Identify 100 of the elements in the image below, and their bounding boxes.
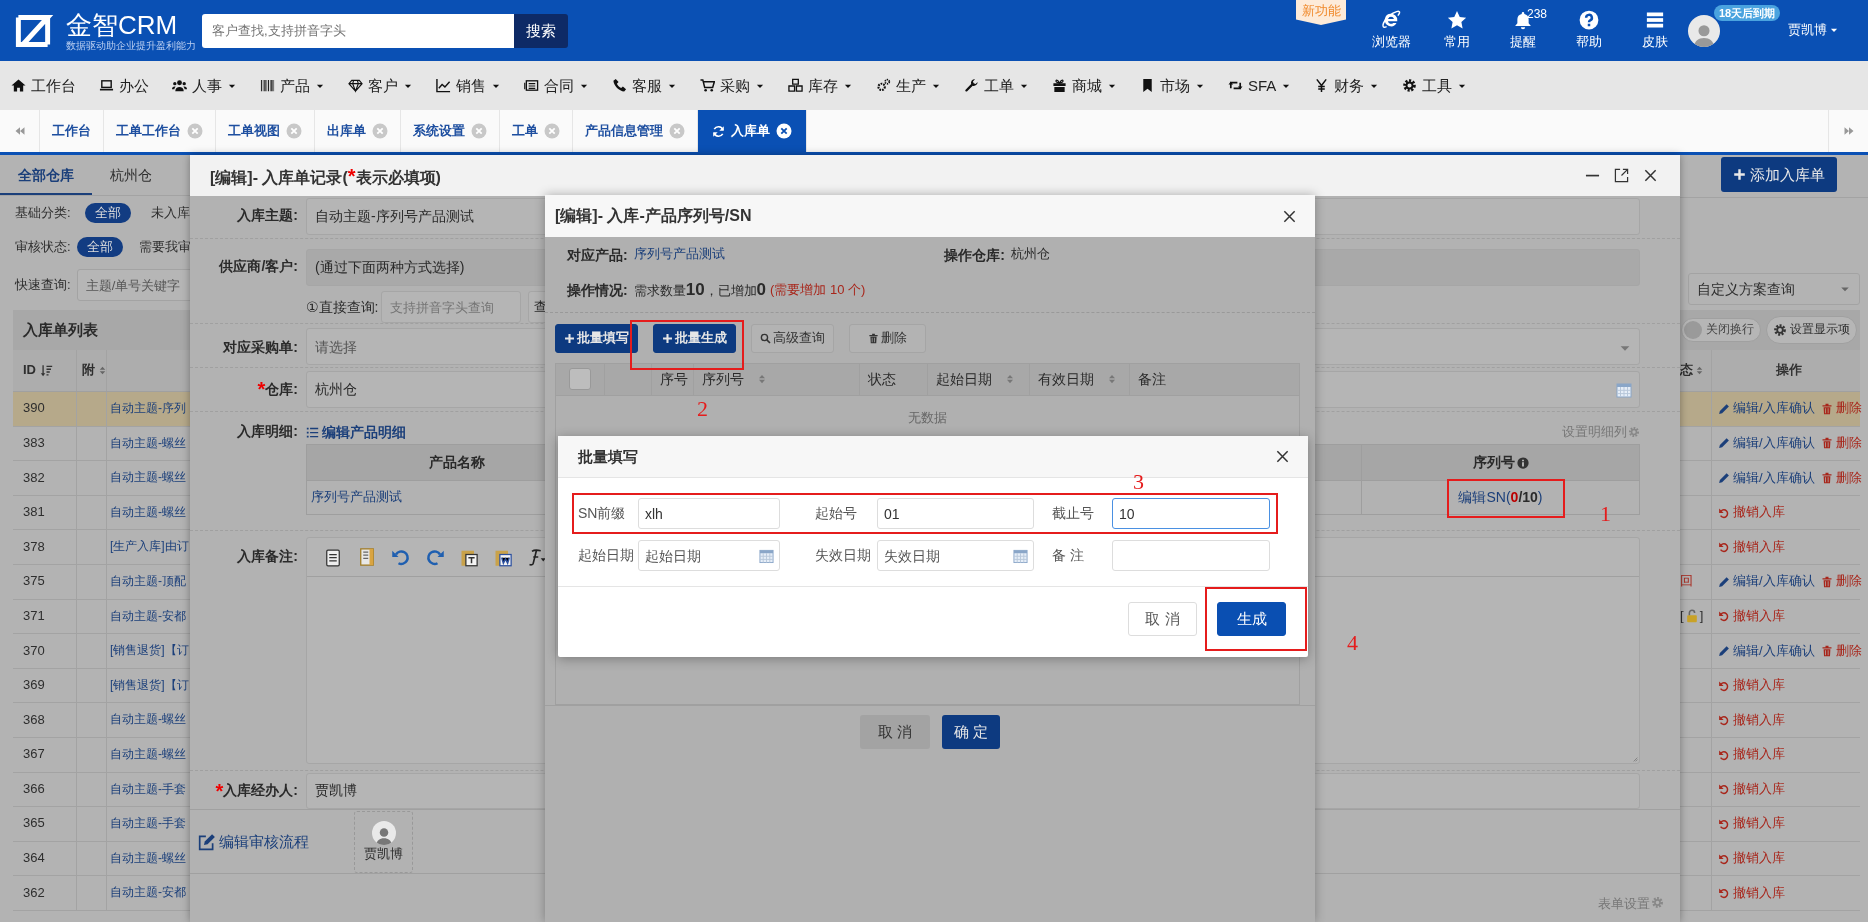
edit-products-link[interactable]: 编辑产品明细: [306, 422, 406, 442]
close-icon[interactable]: [1275, 449, 1290, 464]
direct-query-field[interactable]: 支持拼音字头查询: [381, 291, 522, 323]
table-row[interactable]: 撤销入库: [1680, 495, 1860, 531]
help-icon[interactable]: [1579, 10, 1599, 31]
table-row[interactable]: 撤销入库: [1680, 876, 1860, 911]
subject-link[interactable]: 自动主题-顶配: [110, 573, 186, 590]
filter-option[interactable]: 全部: [76, 236, 123, 258]
tool-label[interactable]: 浏览器: [1371, 34, 1411, 51]
text-field[interactable]: 01: [877, 498, 1034, 529]
table-row[interactable]: [ ] 撤销入库: [1680, 599, 1860, 635]
edit-confirm-link[interactable]: 编辑/入库确认: [1718, 573, 1815, 591]
menu-item[interactable]: 工作台: [31, 75, 76, 96]
table-row[interactable]: 编辑/入库确认 删除: [1680, 461, 1860, 496]
tab[interactable]: 系统设置: [401, 110, 500, 152]
tab[interactable]: 工单工作台: [104, 110, 216, 152]
subject-link[interactable]: 自动主题-安都: [110, 608, 186, 625]
delete-link[interactable]: 删除: [1820, 434, 1862, 452]
revoke-link[interactable]: 撤销入库: [1718, 538, 1785, 556]
clipboard-icon[interactable]: [323, 547, 343, 567]
delete-link[interactable]: 删除: [1820, 469, 1862, 487]
edit-confirm-link[interactable]: 编辑/入库确认: [1718, 400, 1815, 418]
revoke-link[interactable]: 撤销入库: [1718, 677, 1785, 694]
user-name[interactable]: 贾凯博: [1788, 22, 1827, 39]
avatar[interactable]: [1688, 14, 1720, 47]
menu-item[interactable]: 生产: [896, 75, 926, 96]
undo-icon[interactable]: [391, 547, 411, 567]
menu-item[interactable]: 合同: [544, 75, 574, 96]
menu-item[interactable]: 产品: [280, 75, 310, 96]
subject-link[interactable]: 自动主题-螺丝: [110, 746, 186, 763]
cancel-button[interactable]: 取 消: [1128, 602, 1197, 636]
generate-button[interactable]: 生成: [1217, 602, 1286, 636]
revoke-link[interactable]: 撤销入库: [1718, 746, 1785, 764]
toolbar-button[interactable]: 高级查询: [751, 323, 834, 353]
tab[interactable]: 工单: [500, 110, 573, 152]
info-icon[interactable]: [1516, 456, 1529, 469]
table-row[interactable]: 撤销入库: [1680, 703, 1860, 738]
table-row[interactable]: 编辑/入库确认 删除: [1680, 426, 1860, 462]
close-icon[interactable]: [1282, 208, 1297, 224]
column-header[interactable]: ID: [23, 362, 36, 379]
browser-icon[interactable]: [1381, 10, 1401, 31]
revoke-link[interactable]: 撤销入库: [1718, 850, 1785, 867]
edit-approval-link[interactable]: 编辑审核流程: [198, 831, 309, 852]
filter-option[interactable]: 需要我审: [128, 236, 190, 258]
table-row[interactable]: 390 自动主题-序列: [13, 392, 190, 427]
menu-item[interactable]: 财务: [1334, 75, 1365, 96]
revoke-link[interactable]: 撤销入库: [1718, 607, 1785, 625]
menu-item[interactable]: 商城: [1072, 75, 1102, 96]
subject-link[interactable]: 自动主题-螺丝: [110, 712, 186, 728]
revoke-link[interactable]: 撤销入库: [1718, 884, 1785, 902]
revoke-link[interactable]: 撤销入库: [1718, 780, 1785, 798]
close-icon[interactable]: [776, 123, 792, 139]
cancel-button[interactable]: 取 消: [860, 714, 930, 749]
menu-item[interactable]: SFA: [1248, 75, 1277, 96]
menu-item[interactable]: 客服: [632, 75, 662, 96]
search-field[interactable]: 客户查找,支持拼音字头: [202, 13, 514, 48]
table-row[interactable]: 编辑/入库确认 删除: [1680, 634, 1860, 669]
subject-link[interactable]: 自动主题-手套: [110, 781, 186, 798]
revoke-link[interactable]: 撤销入库: [1718, 815, 1785, 833]
table-row[interactable]: 撤销入库: [1680, 530, 1860, 565]
delete-link[interactable]: 删除: [1820, 573, 1862, 591]
refresh-icon[interactable]: [712, 124, 725, 138]
edit-confirm-link[interactable]: 编辑/入库确认: [1718, 469, 1815, 487]
warehouse-tab[interactable]: 全部仓库: [0, 155, 92, 195]
menu-item[interactable]: 采购: [720, 75, 750, 96]
document-icon[interactable]: [357, 547, 377, 567]
approver-card[interactable]: 贾凯博: [354, 810, 413, 873]
confirm-button[interactable]: 确 定: [942, 714, 1000, 749]
text-field[interactable]: [1112, 540, 1270, 571]
edit-confirm-link[interactable]: 编辑/入库确认: [1718, 434, 1815, 452]
column-header[interactable]: 起始日期: [936, 370, 992, 389]
menu-item[interactable]: 市场: [1160, 75, 1190, 96]
column-header[interactable]: 序列号: [701, 370, 744, 389]
filter-option[interactable]: 全部: [84, 202, 131, 224]
subject-link[interactable]: 自动主题-安都: [110, 885, 186, 901]
menu-item[interactable]: 库存: [808, 75, 838, 96]
date-field[interactable]: 失效日期: [877, 540, 1034, 571]
select-all-checkbox[interactable]: [568, 368, 591, 391]
tool-label[interactable]: 皮肤: [1642, 34, 1668, 51]
edit-sn-link[interactable]: 编辑SN(0/10): [1458, 488, 1543, 507]
scheme-dropdown[interactable]: 自定义方案查询: [1688, 273, 1860, 305]
edit-confirm-link[interactable]: 编辑/入库确认: [1718, 642, 1815, 660]
subject-link[interactable]: 自动主题-螺丝: [110, 504, 186, 521]
column-header[interactable]: 有效日期: [1037, 370, 1094, 389]
menu-item[interactable]: 工单: [984, 75, 1014, 96]
sort-icon[interactable]: [97, 365, 108, 376]
tab[interactable]: 工单视图: [216, 110, 315, 152]
toolbar-button[interactable]: 批量填写: [555, 323, 638, 353]
redo-icon[interactable]: [425, 547, 445, 567]
toolbar-button[interactable]: 删除: [849, 323, 926, 353]
close-icon[interactable]: [1643, 168, 1658, 183]
menu-item[interactable]: 销售: [456, 75, 486, 96]
subject-link[interactable]: 自动主题-螺丝: [110, 470, 186, 486]
subject-link[interactable]: [生产入库]由订: [110, 539, 189, 555]
product-link[interactable]: 序列号产品测试: [633, 246, 725, 264]
table-row[interactable]: 撤销入库: [1680, 772, 1860, 808]
menu-item[interactable]: 办公: [119, 75, 149, 96]
subject-link[interactable]: 自动主题-序列: [110, 401, 186, 417]
revoke-link[interactable]: 撤销入库: [1718, 504, 1785, 521]
maximize-icon[interactable]: [1614, 168, 1629, 183]
